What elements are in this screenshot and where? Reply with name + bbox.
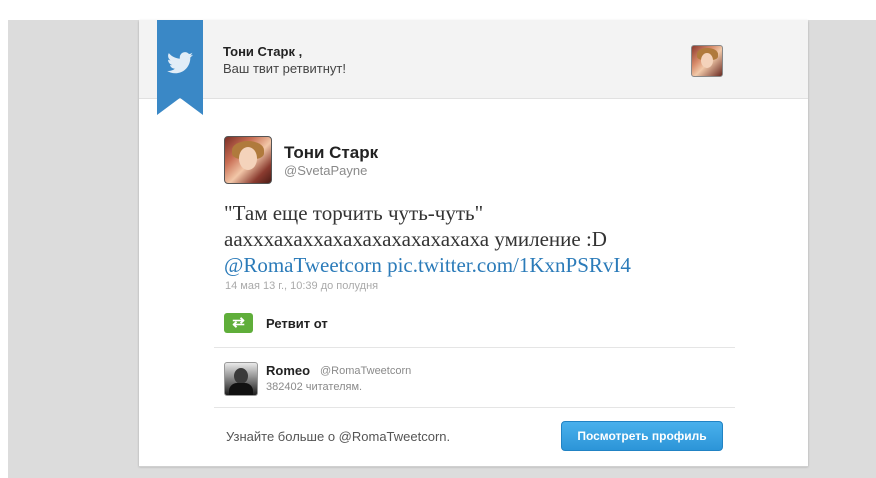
retweet-icon: ⇄ <box>224 313 253 333</box>
author-avatar[interactable] <box>224 136 272 184</box>
tweet-date[interactable]: 14 мая 13 г., 10:39 до полудня <box>225 280 378 292</box>
retweeter-avatar[interactable] <box>224 362 258 396</box>
card-bottom-edge <box>139 466 808 467</box>
view-profile-button[interactable]: Посмотреть профиль <box>561 421 723 451</box>
pic-link[interactable]: pic.twitter.com/1KxnPSRvI4 <box>387 253 631 277</box>
retweet-label: Ретвит от <box>266 316 328 331</box>
mention-link[interactable]: @RomaTweetcorn <box>224 253 382 277</box>
header-avatar[interactable] <box>691 45 723 77</box>
header-subtitle: Ваш твит ретвитнут! <box>223 61 346 76</box>
twitter-ribbon <box>157 20 203 115</box>
tweet-text-line: "Там еще торчить чуть-чуть" <box>224 201 484 225</box>
tweet-text-line: аахххахаххахахахахахахахаха умиление :D <box>224 227 607 251</box>
tweet-text-links: @RomaTweetcorn pic.twitter.com/1KxnPSRvI… <box>224 252 764 278</box>
retweeter-handle[interactable]: @RomaTweetcorn <box>320 365 411 377</box>
retweeter-name[interactable]: Romeo <box>266 363 310 378</box>
retweet-glyph: ⇄ <box>232 314 245 331</box>
header-name: Тони Старк , <box>223 44 303 59</box>
author-handle[interactable]: @SvetaPayne <box>284 163 367 178</box>
retweeter-followers: 382402 читателям. <box>266 381 363 393</box>
divider <box>214 347 735 348</box>
tweet-text: "Там еще торчить чуть-чуть" аахххахаххах… <box>224 200 764 278</box>
divider <box>214 407 735 408</box>
author-name[interactable]: Тони Старк <box>284 143 378 163</box>
notification-card: Тони Старк , Ваш твит ретвитнут! Тони Ст… <box>139 20 808 466</box>
learn-more-text: Узнайте больше о @RomaTweetcorn. <box>226 429 451 444</box>
twitter-bird-icon <box>167 52 193 74</box>
